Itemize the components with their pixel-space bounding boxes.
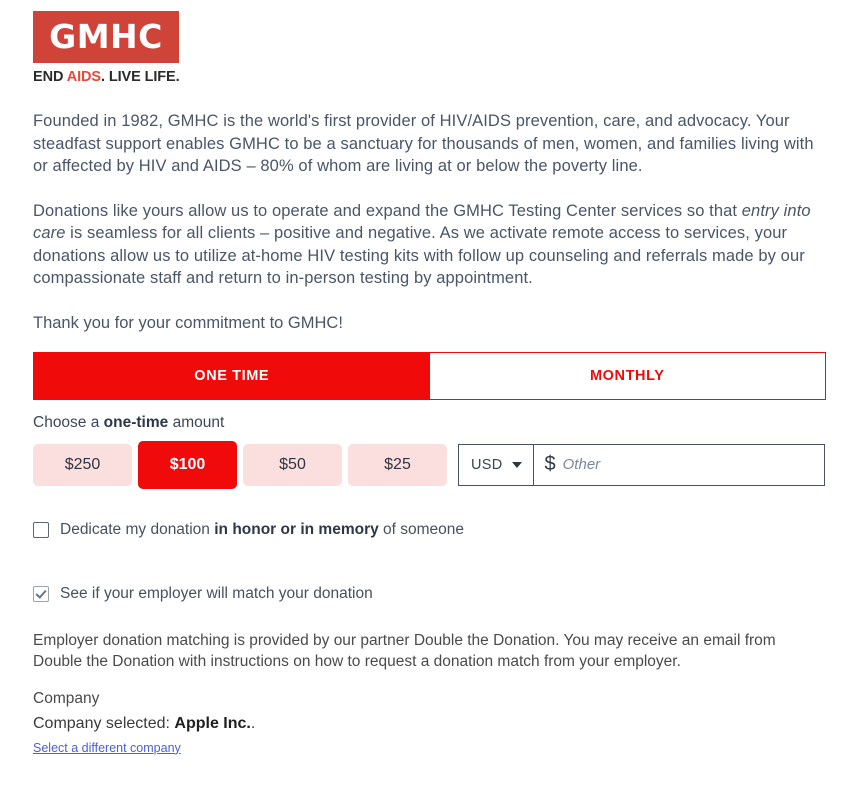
thank-you-text: Thank you for your commitment to GMHC! — [33, 313, 343, 332]
frequency-option-one-time[interactable]: ONE TIME — [34, 352, 430, 399]
amount-options-row: $250 $100 $50 $25 USD $ Other — [33, 440, 828, 489]
intro-p2-part-b: is seamless for all clients – positive a… — [33, 224, 805, 287]
amount-preset-100[interactable]: $100 — [138, 440, 237, 489]
dedicate-donation-row[interactable]: Dedicate my donation in honor or in memo… — [33, 521, 828, 539]
donation-content: Founded in 1982, GMHC is the world's fir… — [33, 110, 828, 757]
choose-amount-label: Choose a one-time amount — [33, 414, 828, 432]
tagline-aids: AIDS — [66, 69, 101, 85]
dollar-sign-icon: $ — [544, 453, 556, 475]
other-amount-group: USD $ Other — [458, 443, 825, 486]
company-selected-prefix: Company selected: — [33, 714, 175, 732]
intro-paragraph-2: Donations like yours allow us to operate… — [33, 200, 828, 290]
amount-preset-250[interactable]: $250 — [33, 443, 132, 486]
employer-match-label: See if your employer will match your don… — [60, 584, 373, 602]
currency-select-value: USD — [471, 456, 503, 473]
chevron-down-icon — [511, 461, 522, 468]
gmhc-tagline: END AIDS. LIVE LIFE. — [33, 69, 233, 85]
donation-page: GMHC END AIDS. LIVE LIFE. Founded in 198… — [0, 0, 861, 800]
choose-amount-suffix: amount — [168, 413, 225, 431]
frequency-option-monthly[interactable]: MONTHLY — [429, 352, 825, 399]
gmhc-logo: GMHC END AIDS. LIVE LIFE. — [33, 11, 233, 85]
amount-preset-50[interactable]: $50 — [243, 443, 342, 486]
select-different-company-link[interactable]: Select a different company — [33, 741, 181, 755]
dedicate-donation-label: Dedicate my donation in honor or in memo… — [60, 521, 464, 539]
intro-p2-part-a: Donations like yours allow us to operate… — [33, 201, 742, 220]
company-selected-name: Apple Inc. — [174, 714, 251, 732]
dedicate-label-bold: in honor or in memory — [214, 520, 379, 538]
donation-frequency-toggle: ONE TIME MONTHLY — [33, 351, 826, 400]
employer-match-row[interactable]: See if your employer will match your don… — [33, 585, 828, 603]
amount-preset-25[interactable]: $25 — [348, 443, 447, 486]
other-amount-input-cell[interactable]: $ Other — [534, 445, 824, 485]
tagline-end: END — [33, 69, 67, 85]
choose-amount-frequency: one-time — [103, 413, 169, 431]
company-selected-suffix: . — [250, 714, 256, 732]
currency-select[interactable]: USD — [459, 444, 534, 485]
dedicate-label-pre: Dedicate my donation — [60, 520, 215, 538]
tagline-live-life: . LIVE LIFE. — [100, 69, 180, 85]
company-selected-text: Company selected: Apple Inc.. — [33, 715, 828, 733]
company-field-label: Company — [33, 689, 100, 707]
intro-paragraph-1: Founded in 1982, GMHC is the world's fir… — [33, 112, 814, 175]
dedicate-label-post: of someone — [378, 520, 465, 538]
choose-amount-prefix: Choose a — [33, 413, 104, 431]
gmhc-logo-mark: GMHC — [33, 11, 179, 63]
employer-match-description: Employer donation matching is provided b… — [33, 631, 776, 670]
change-company-row: Select a different company — [33, 739, 828, 757]
other-amount-input[interactable]: Other — [563, 456, 601, 473]
dedicate-donation-checkbox[interactable] — [33, 521, 49, 538]
employer-match-checkbox[interactable] — [33, 585, 49, 602]
